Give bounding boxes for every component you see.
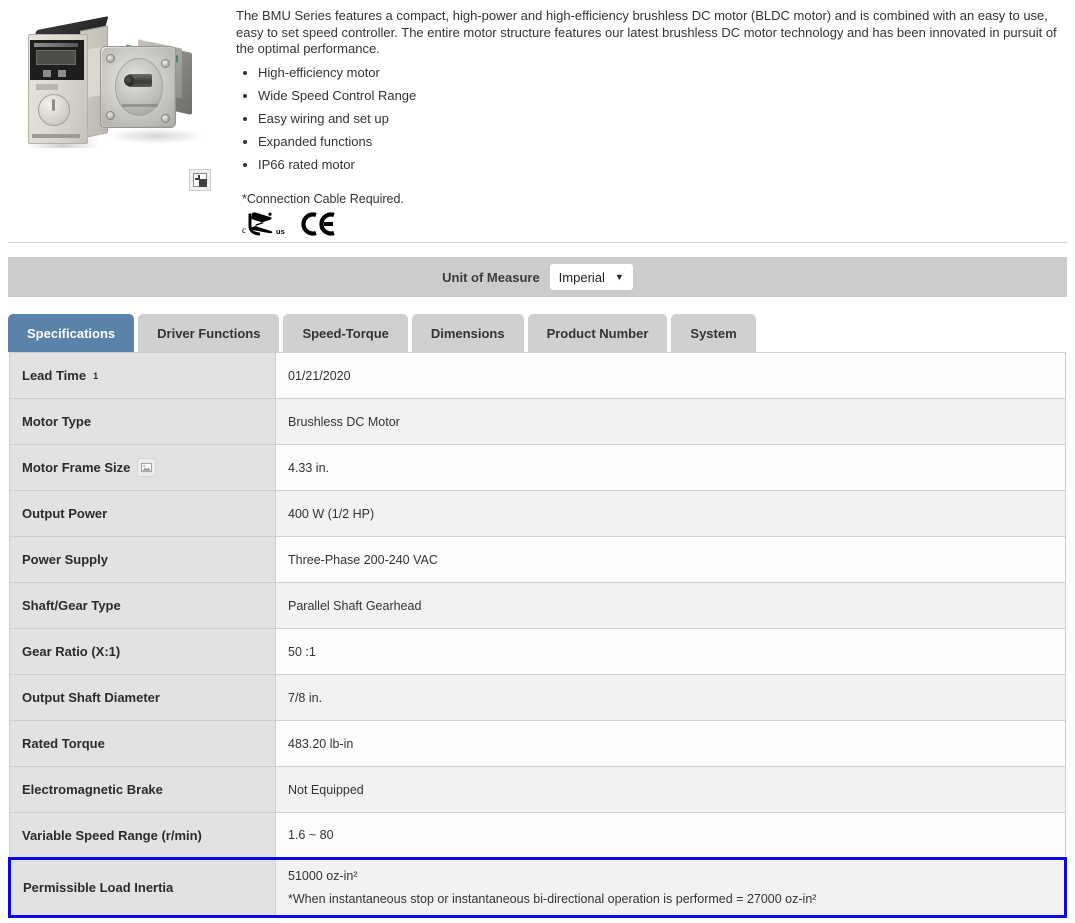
feature-item: Expanded functions: [258, 130, 1065, 153]
spec-label-output-shaft-diameter: Output Shaft Diameter: [9, 674, 276, 721]
tab-speed-torque[interactable]: Speed-Torque: [283, 314, 408, 352]
tab-specifications[interactable]: Specifications: [8, 314, 135, 352]
spec-label-text: Power Supply: [22, 552, 108, 567]
controller-base: [32, 134, 80, 138]
spec-label-text: Electromagnetic Brake: [22, 782, 163, 797]
table-row: Power Supply Three-Phase 200-240 VAC: [9, 536, 1066, 583]
load-inertia-primary-value: 51000 oz-in²: [288, 869, 358, 883]
spec-label-lead-time: Lead Time 1: [9, 352, 276, 399]
feature-item: IP66 rated motor: [258, 153, 1065, 176]
load-inertia-note: *When instantaneous stop or instantaneou…: [288, 892, 817, 906]
spec-label-power-supply: Power Supply: [9, 536, 276, 583]
motor-bolt: [161, 59, 170, 68]
unit-of-measure-label: Unit of Measure: [442, 269, 540, 285]
table-row: Motor Frame Size 4.33 in.: [9, 444, 1066, 491]
spec-label-permissible-load-inertia: Permissible Load Inertia: [8, 857, 276, 918]
spec-value-lead-time: 01/21/2020: [275, 352, 1066, 399]
table-row: Rated Torque 483.20 lb-in: [9, 720, 1066, 767]
spec-value-motor-frame-size: 4.33 in.: [275, 444, 1066, 491]
section-divider: [8, 242, 1067, 243]
specifications-table: Lead Time 1 01/21/2020 Motor Type Brushle…: [8, 352, 1067, 918]
motor-bolt: [106, 111, 115, 120]
unit-of-measure-select[interactable]: Imperial ▼: [549, 264, 633, 290]
image-icon[interactable]: [137, 458, 157, 477]
spec-label-text: Rated Torque: [22, 736, 105, 751]
spec-label-shaft-gear-type: Shaft/Gear Type: [9, 582, 276, 629]
certification-marks: c us: [242, 208, 1065, 236]
table-row: Gear Ratio (X:1) 50 :1: [9, 628, 1066, 675]
product-overview-section: The BMU Series features a compact, high-…: [0, 0, 1075, 236]
spec-value-permissible-load-inertia: 51000 oz-in² *When instantaneous stop or…: [275, 857, 1067, 918]
spec-value-output-shaft-diameter: 7/8 in.: [275, 674, 1066, 721]
motor-flange-circle: [115, 58, 163, 116]
controller-speed-knob: [38, 94, 70, 126]
controller-lcd: [36, 50, 76, 65]
ce-mark-icon: [300, 211, 338, 236]
spec-label-text: Motor Frame Size: [22, 460, 131, 475]
spec-label-gear-ratio: Gear Ratio (X:1): [9, 628, 276, 675]
spec-value-power-supply: Three-Phase 200-240 VAC: [275, 536, 1066, 583]
motor-bolt: [106, 54, 115, 63]
spec-value-gear-ratio: 50 :1: [275, 628, 1066, 675]
motor-face-text: [122, 104, 158, 107]
controller-button-right: [58, 70, 66, 77]
controller-label-strip: [36, 84, 58, 90]
spec-label-text: Variable Speed Range (r/min): [22, 827, 202, 843]
spec-label-output-power: Output Power: [9, 490, 276, 537]
product-feature-list: High-efficiency motor Wide Speed Control…: [236, 61, 1065, 176]
spec-label-variable-speed-range: Variable Speed Range (r/min): [9, 812, 276, 859]
spec-label-motor-frame-size: Motor Frame Size: [9, 444, 276, 491]
tab-system[interactable]: System: [671, 314, 756, 352]
svg-text:us: us: [276, 227, 285, 236]
chevron-down-icon: ▼: [614, 272, 624, 282]
table-row: Variable Speed Range (r/min) 1.6 ~ 80: [9, 812, 1066, 859]
table-row: Output Shaft Diameter 7/8 in.: [9, 674, 1066, 721]
spec-value-motor-type: Brushless DC Motor: [275, 398, 1066, 445]
table-row: Motor Type Brushless DC Motor: [9, 398, 1066, 445]
unit-of-measure-bar: Unit of Measure Imperial ▼: [8, 257, 1067, 297]
enlarge-icon[interactable]: [189, 169, 211, 191]
product-text-block: The BMU Series features a compact, high-…: [222, 6, 1065, 236]
motor-shadow: [106, 128, 206, 144]
table-row: Electromagnetic Brake Not Equipped: [9, 766, 1066, 813]
spec-value-shaft-gear-type: Parallel Shaft Gearhead: [275, 582, 1066, 629]
cul-us-mark-icon: c us: [242, 210, 288, 236]
spec-value-variable-speed-range: 1.6 ~ 80: [275, 812, 1066, 859]
spec-label-text: Output Power: [22, 506, 108, 521]
spec-label-text: Motor Type: [22, 414, 92, 429]
spec-label-text: Gear Ratio (X:1): [22, 644, 121, 659]
product-media: [10, 6, 222, 232]
tab-dimensions[interactable]: Dimensions: [411, 314, 524, 352]
tab-product-number[interactable]: Product Number: [527, 314, 668, 352]
table-row: Shaft/Gear Type Parallel Shaft Gearhead: [9, 582, 1066, 629]
feature-item: Easy wiring and set up: [258, 107, 1065, 130]
table-row: Lead Time 1 01/21/2020: [9, 352, 1066, 399]
tab-driver-functions[interactable]: Driver Functions: [138, 314, 280, 352]
controller-brand-text: [34, 43, 78, 47]
feature-item: High-efficiency motor: [258, 61, 1065, 84]
controller-button-left: [43, 70, 51, 77]
spec-label-text: Shaft/Gear Type: [22, 598, 121, 613]
connection-cable-note: *Connection Cable Required.: [242, 191, 404, 206]
spec-label-text: Output Shaft Diameter: [22, 690, 160, 705]
spec-label-text: Permissible Load Inertia: [23, 880, 174, 895]
motor-output-shaft: [124, 74, 152, 87]
table-row-highlighted: Permissible Load Inertia 51000 oz-in² *W…: [8, 857, 1067, 918]
spec-label-rated-torque: Rated Torque: [9, 720, 276, 767]
svg-text:c: c: [242, 225, 246, 235]
spec-value-electromagnetic-brake: Not Equipped: [275, 766, 1066, 813]
spec-value-output-power: 400 W (1/2 HP): [275, 490, 1066, 537]
motor-bolt: [161, 114, 170, 123]
feature-item: Wide Speed Control Range: [258, 84, 1065, 107]
spec-label-motor-type: Motor Type: [9, 398, 276, 445]
spec-label-electromagnetic-brake: Electromagnetic Brake: [9, 766, 276, 813]
unit-of-measure-value: Imperial: [558, 269, 605, 285]
table-row: Output Power 400 W (1/2 HP): [9, 490, 1066, 537]
spec-value-rated-torque: 483.20 lb-in: [275, 720, 1066, 767]
spec-label-text: Lead Time: [22, 368, 87, 383]
tab-strip: Specifications Driver Functions Speed-To…: [8, 314, 1067, 352]
product-description: The BMU Series features a compact, high-…: [236, 8, 1057, 56]
product-image[interactable]: [10, 10, 210, 160]
footnote-marker: 1: [93, 370, 99, 381]
